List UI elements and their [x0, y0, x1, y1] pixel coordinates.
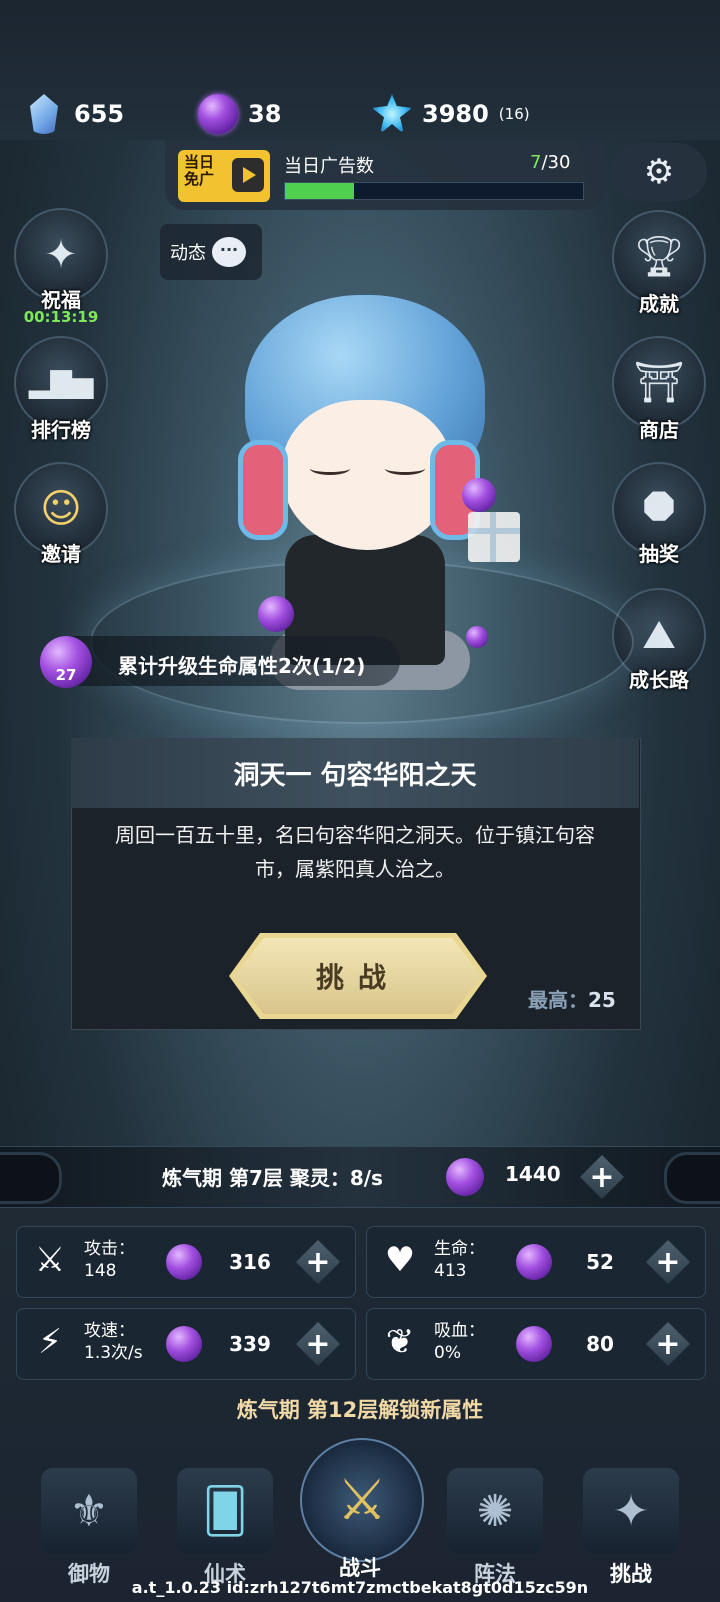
purple-orb-icon [198, 94, 238, 134]
shop-label: 商店 [639, 418, 679, 442]
quest-text: 累计升级生命属性2次(1/2) [118, 654, 366, 678]
currency-orb: 38 [198, 92, 281, 136]
stat-speed-label: 攻速： 1.3次/s [84, 1321, 143, 1363]
spirit-stone-icon [372, 94, 412, 134]
challenge-icon[interactable]: ✦ [583, 1468, 679, 1554]
character-eye [310, 462, 350, 475]
stat-speed-cost: 339 [229, 1332, 271, 1356]
nav-challenge[interactable]: ✦ 挑战 [576, 1468, 686, 1588]
stage-title: 洞天一 句容华阳之天 [71, 738, 639, 808]
quest-level: 27 [55, 666, 77, 684]
cultivation-text: 炼气期 第7层 聚灵：8/s [162, 1166, 383, 1190]
purple-orb-icon [516, 1326, 552, 1362]
card-icon[interactable]: 🂠 [177, 1468, 273, 1554]
mountain-icon: ⛰ [642, 612, 676, 658]
formation-icon[interactable]: ✺ [447, 1468, 543, 1554]
nav-formation[interactable]: ✺ 阵法 [440, 1468, 550, 1588]
blessing-icon: ✦ [44, 232, 78, 278]
shop-icon: ⛩ [633, 360, 685, 406]
lottery-icon: ⯃ [643, 486, 675, 532]
lifesteal-icon: ❦ [385, 1322, 415, 1362]
currency-value: 38 [248, 100, 282, 128]
floating-orb[interactable] [258, 596, 294, 632]
heart-icon: ♥ [384, 1240, 416, 1280]
lottery-label: 抽奖 [639, 542, 679, 566]
cultivation-left-cap [0, 1152, 62, 1204]
feed-label: 动态 [170, 243, 206, 264]
growth-label: 成长路 [629, 668, 689, 692]
nav-spell[interactable]: 🂠 仙术 [170, 1468, 280, 1588]
feed-button[interactable]: 动态 ··· [160, 224, 262, 280]
weapon-icon[interactable]: ⚜ [41, 1468, 137, 1554]
play-icon[interactable] [232, 158, 264, 192]
stat-life-label: 生命： 413 [434, 1239, 485, 1281]
crystal-icon [30, 94, 58, 134]
purple-orb-icon [446, 1158, 484, 1196]
character-face [282, 400, 452, 550]
stat-lifesteal-cost: 80 [586, 1332, 614, 1356]
cultivation-value: 1440 [505, 1162, 561, 1186]
achievement-label: 成就 [639, 292, 679, 316]
gear-icon[interactable]: ⚙ [644, 152, 674, 192]
currency-value: 3980 [422, 100, 489, 128]
floating-orb[interactable] [462, 478, 496, 512]
invite-label: 邀请 [41, 542, 81, 566]
unlock-hint: 炼气期 第12层解锁新属性 [236, 1398, 484, 1422]
battle-icon[interactable]: ⚔ [300, 1438, 424, 1562]
purple-orb-icon [516, 1244, 552, 1280]
gift-icon[interactable] [468, 512, 520, 562]
headphone-left [238, 440, 288, 540]
challenge-button[interactable]: 挑战 [234, 938, 482, 1014]
currency-crystal: 655 [24, 92, 124, 136]
currency-extra: (16) [498, 105, 530, 123]
settings-button[interactable]: ⚙ [611, 143, 707, 201]
stat-attack-label: 攻击： 148 [84, 1239, 135, 1281]
stat-lifesteal-label: 吸血： 0% [434, 1321, 485, 1363]
character-eye [385, 462, 425, 475]
currency-value: 655 [74, 100, 125, 128]
version-footer: a.t_1.0.23 id:zrh127t6mt7zmctbekat8gt0d1… [131, 1578, 589, 1597]
cultivation-right-cap [664, 1152, 720, 1204]
chat-bubble-icon: ··· [212, 237, 246, 267]
sword-icon: ⚔ [34, 1240, 66, 1280]
invite-icon: ☺ [40, 486, 82, 532]
stage-description: 周回一百五十里，名曰句容华阳之洞天。位于镇江句容市，属紫阳真人治之。 [115, 823, 595, 881]
stat-life-cost: 52 [586, 1250, 614, 1274]
leaderboard-label: 排行榜 [31, 418, 91, 442]
ad-progress-bar [284, 182, 584, 200]
speed-icon: ⚡ [38, 1322, 62, 1362]
blessing-timer: 00:13:19 [23, 308, 99, 326]
best-record: 最高：25 [528, 988, 616, 1012]
ad-count: 7/30 [530, 152, 571, 173]
stat-attack-cost: 316 [229, 1250, 271, 1274]
floating-orb[interactable] [466, 626, 488, 648]
ad-progress-fill [285, 183, 355, 199]
trophy-icon: 🏆︎ [633, 234, 685, 280]
purple-orb-icon [166, 1244, 202, 1280]
ad-label: 当日广告数 [284, 156, 374, 177]
purple-orb-icon [166, 1326, 202, 1362]
currency-spirit: 3980 (16) [372, 92, 530, 136]
podium-icon: ▂▇▅ [28, 366, 94, 399]
nav-weapon[interactable]: ⚜ 御物 [34, 1468, 144, 1588]
